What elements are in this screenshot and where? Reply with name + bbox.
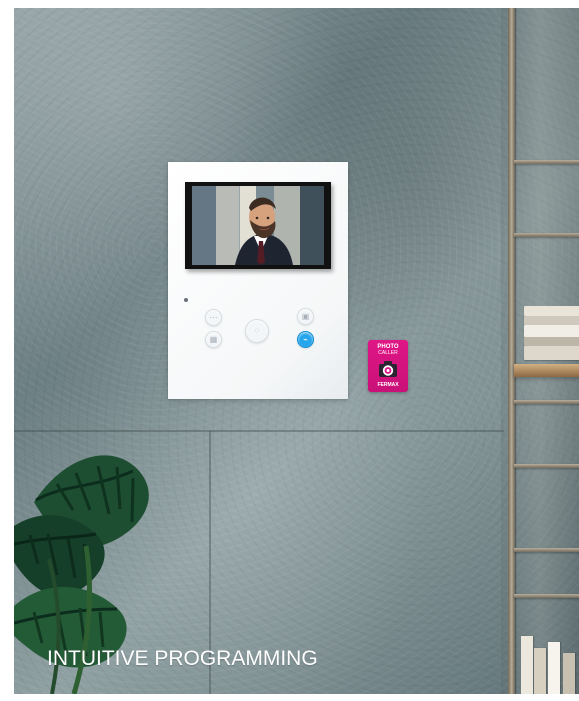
ladder-rung bbox=[514, 160, 579, 164]
menu-button[interactable]: ⋯ bbox=[205, 309, 222, 326]
camera-icon bbox=[379, 361, 397, 377]
wooden-shelf bbox=[514, 364, 579, 377]
door-open-icon: ⌁ bbox=[303, 334, 308, 344]
settings-button[interactable]: ▦ bbox=[205, 331, 222, 348]
caller-portrait bbox=[192, 186, 324, 265]
book bbox=[548, 642, 560, 694]
book bbox=[524, 346, 579, 360]
settings-icon: ▦ bbox=[209, 334, 218, 344]
book bbox=[534, 648, 546, 694]
ladder-rung bbox=[514, 548, 579, 552]
status-led bbox=[184, 298, 188, 302]
book bbox=[524, 337, 579, 346]
book bbox=[563, 653, 575, 694]
book bbox=[524, 306, 579, 316]
ladder-rail-left bbox=[508, 8, 515, 694]
menu-icon: ⋯ bbox=[209, 312, 218, 322]
page-headline: INTUITIVE PROGRAMMING bbox=[47, 647, 318, 670]
ladder-rung bbox=[514, 464, 579, 468]
video-intercom-monitor: ⋯ ▦ ◌ ▣ ⌁ bbox=[168, 162, 348, 399]
call-icon: ◌ bbox=[254, 326, 260, 335]
book bbox=[524, 325, 579, 337]
photo-caller-badge: PHOTO CALLER FERMAX bbox=[368, 340, 408, 392]
ladder-rung bbox=[514, 233, 579, 237]
book-stack bbox=[524, 306, 579, 360]
concrete-room-background: ⋯ ▦ ◌ ▣ ⌁ PHOTO CALLER FERMAX INTUITIVE … bbox=[14, 8, 579, 694]
book bbox=[521, 636, 533, 694]
door-open-button[interactable]: ⌁ bbox=[297, 331, 314, 348]
camera-button[interactable]: ▣ bbox=[297, 308, 314, 325]
lower-book-stack bbox=[521, 635, 579, 694]
call-button[interactable]: ◌ bbox=[245, 319, 269, 343]
badge-subtitle: CALLER bbox=[378, 350, 398, 356]
ladder-rung bbox=[514, 594, 579, 598]
badge-brand: FERMAX bbox=[377, 382, 399, 388]
caller-video-feed bbox=[192, 186, 324, 265]
book bbox=[524, 316, 579, 325]
camera-icon: ▣ bbox=[301, 311, 310, 321]
monitor-screen bbox=[185, 182, 331, 269]
ladder-rung bbox=[514, 400, 579, 404]
